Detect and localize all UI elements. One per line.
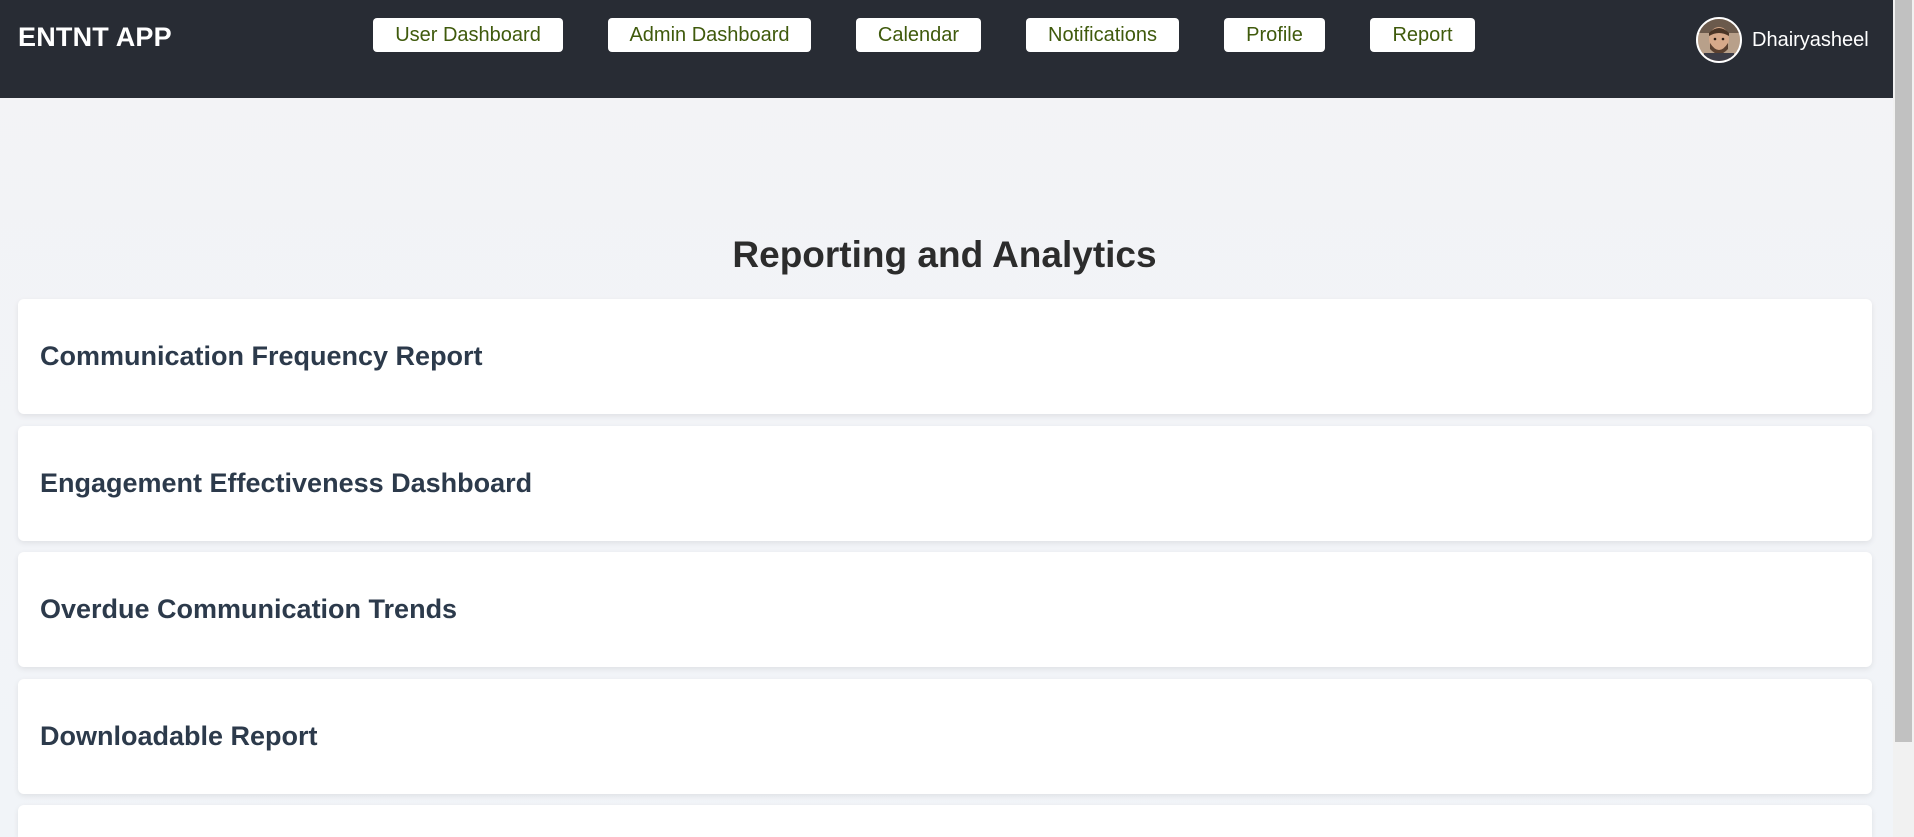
- report-card-title: Communication Frequency Report: [40, 341, 483, 371]
- user-avatar-icon: [1698, 19, 1740, 61]
- report-card-title: Engagement Effectiveness Dashboard: [40, 468, 533, 498]
- top-navigation-bar: ENTNT APP User Dashboard Admin Dashboard…: [0, 0, 1893, 98]
- nav-profile-button[interactable]: Profile: [1224, 18, 1325, 52]
- report-card-title: Downloadable Report: [40, 721, 318, 751]
- nav-user-dashboard-button[interactable]: User Dashboard: [373, 18, 563, 52]
- nav-notifications-button[interactable]: Notifications: [1026, 18, 1179, 52]
- avatar[interactable]: [1696, 17, 1742, 63]
- report-card-downloadable-report[interactable]: Downloadable Report: [18, 679, 1872, 794]
- report-card-title: Overdue Communication Trends: [40, 594, 458, 624]
- report-card-communication-frequency[interactable]: Communication Frequency Report: [18, 299, 1872, 414]
- page-title: Reporting and Analytics: [732, 234, 1157, 275]
- report-card-partial[interactable]: [18, 805, 1872, 837]
- vertical-scrollbar[interactable]: [1893, 0, 1914, 837]
- nav-report-button[interactable]: Report: [1370, 18, 1475, 52]
- report-card-overdue-trends[interactable]: Overdue Communication Trends: [18, 552, 1872, 667]
- nav-admin-dashboard-button[interactable]: Admin Dashboard: [608, 18, 811, 52]
- app-brand[interactable]: ENTNT APP: [18, 22, 172, 53]
- report-card-engagement-effectiveness[interactable]: Engagement Effectiveness Dashboard: [18, 426, 1872, 541]
- scrollbar-thumb[interactable]: [1895, 0, 1912, 742]
- nav-calendar-button[interactable]: Calendar: [856, 18, 981, 52]
- user-name: Dhairyasheel: [1752, 28, 1869, 51]
- user-menu[interactable]: Dhairyasheel: [1696, 16, 1869, 64]
